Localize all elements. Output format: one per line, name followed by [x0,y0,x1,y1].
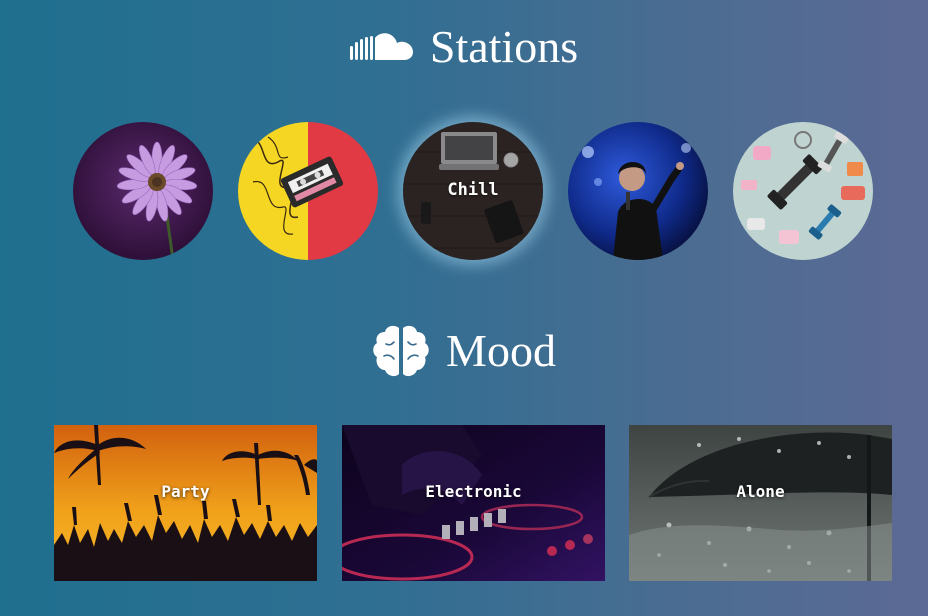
mood-label: Alone [736,482,785,501]
mood-header: Mood [0,324,928,378]
cassette-tape-image [238,122,378,260]
brain-icon [372,324,430,378]
stations-title: Stations [429,21,579,72]
mood-card-alone[interactable]: Alone [629,425,892,581]
mood-label: Party [161,482,210,501]
mood-card-party[interactable]: Party [54,425,317,581]
stations-list: Chill [73,122,873,260]
station-item-concert[interactable] [568,122,708,260]
mood-card-electronic[interactable]: Electronic [342,425,605,581]
dj-turntable-image [342,425,605,581]
station-item-cassette[interactable] [238,122,378,260]
mood-title: Mood [446,325,556,376]
mood-label: Electronic [425,482,522,501]
station-item-fitness[interactable] [733,122,873,260]
mood-list: Party Electronic Alone [54,425,892,581]
sunset-party-crowd-image [54,425,317,581]
station-item-chill[interactable]: Chill [403,122,543,260]
fitness-dumbbells-image [733,122,873,260]
station-label: Chill [447,180,499,200]
purple-flower-image [73,122,213,260]
soundcloud-icon [349,32,414,62]
umbrella-rain-image [629,425,892,581]
station-item-flower[interactable] [73,122,213,260]
stations-header: Stations [0,24,928,70]
concert-singer-image [568,122,708,260]
